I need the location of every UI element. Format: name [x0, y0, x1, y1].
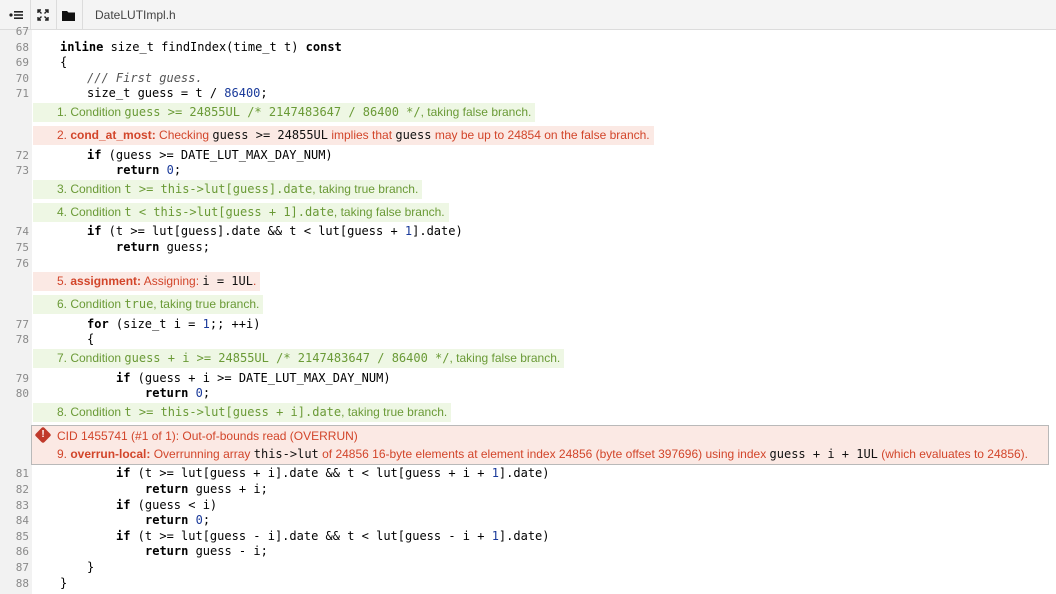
defect-event-overrun-local[interactable]: 9. overrun-local: Overrunning array this… — [57, 447, 1028, 461]
code-text: return 0; — [116, 163, 182, 177]
code-text: } — [60, 576, 68, 590]
line-number: 80 — [15, 387, 29, 400]
line-number: 73 — [15, 164, 29, 177]
event-assignment-5[interactable]: 5. assignment: Assigning: i = 1UL. — [33, 272, 261, 291]
expand-icon[interactable] — [31, 3, 55, 27]
line-number: 88 — [15, 577, 29, 590]
code-text: return 0; — [145, 513, 211, 527]
code-text: return guess + i; — [145, 482, 268, 496]
line-number: 76 — [15, 257, 29, 270]
code-text: if (t >= lut[guess - i].date && t < lut[… — [116, 529, 550, 543]
line-number: 84 — [15, 514, 29, 527]
code-text: if (guess < i) — [116, 498, 218, 512]
code-text: size_t guess = t / 86400; — [87, 86, 268, 100]
line-number: 69 — [15, 56, 29, 69]
folder-icon[interactable] — [56, 3, 80, 27]
code-text: if (t >= lut[guess].date && t < lut[gues… — [87, 224, 463, 238]
code-text: if (guess + i >= DATE_LUT_MAX_DAY_NUM) — [116, 371, 391, 385]
code-text: return guess; — [116, 240, 210, 254]
code-text: if (t >= lut[guess + i].date && t < lut[… — [116, 466, 550, 480]
line-number: 81 — [15, 467, 29, 480]
line-number: 85 — [15, 530, 29, 543]
code-text: return 0; — [145, 386, 211, 400]
line-number: 68 — [15, 41, 29, 54]
line-number: 77 — [15, 318, 29, 331]
line-number: 87 — [15, 561, 29, 574]
event-condition-8[interactable]: 8. Condition t >= this->lut[guess + i].d… — [33, 403, 452, 422]
code-text: { — [87, 332, 95, 346]
line-number: 79 — [15, 372, 29, 385]
code-text: return guess - i; — [145, 544, 268, 558]
code-text: for (size_t i = 1;; ++i) — [87, 317, 261, 331]
line-number: 78 — [15, 333, 29, 346]
line-number: 83 — [15, 499, 29, 512]
event-condition-4[interactable]: 4. Condition t < this->lut[guess + 1].da… — [33, 203, 449, 222]
editor-toolbar: DateLUTImpl.h — [0, 0, 1056, 30]
code-text: } — [87, 560, 95, 574]
warning-icon: ! — [34, 426, 52, 444]
event-condition-1[interactable]: 1. Condition guess >= 24855UL /* 2147483… — [33, 103, 536, 122]
outline-icon[interactable] — [4, 3, 28, 27]
line-number: 70 — [15, 72, 29, 85]
file-tab-title[interactable]: DateLUTImpl.h — [95, 8, 176, 22]
line-number: 74 — [15, 225, 29, 238]
defect-title[interactable]: CID 1455741 (#1 of 1): Out-of-bounds rea… — [57, 429, 358, 443]
event-condition-7[interactable]: 7. Condition guess + i >= 24855UL /* 214… — [33, 349, 565, 368]
code-text: if (guess >= DATE_LUT_MAX_DAY_NUM) — [87, 148, 333, 162]
event-condition-3[interactable]: 3. Condition t >= this->lut[guess].date,… — [33, 180, 423, 199]
line-number: 72 — [15, 149, 29, 162]
line-number: 86 — [15, 545, 29, 558]
code-text: inline size_t findIndex(time_t t) const — [60, 40, 342, 54]
event-condition-6[interactable]: 6. Condition true, taking true branch. — [33, 295, 264, 314]
line-number: 75 — [15, 241, 29, 254]
code-view: 67 68 inline size_t findIndex(time_t t) … — [0, 25, 1056, 594]
event-cond-at-most-2[interactable]: 2. cond_at_most: Checking guess >= 24855… — [33, 126, 654, 145]
line-number: 67 — [15, 25, 29, 38]
code-comment: /// First guess. — [87, 71, 203, 85]
line-number: 71 — [15, 87, 29, 100]
code-text: { — [60, 55, 68, 69]
defect-panel[interactable]: ! CID 1455741 (#1 of 1): Out-of-bounds r… — [31, 425, 1049, 465]
line-number: 82 — [15, 483, 29, 496]
